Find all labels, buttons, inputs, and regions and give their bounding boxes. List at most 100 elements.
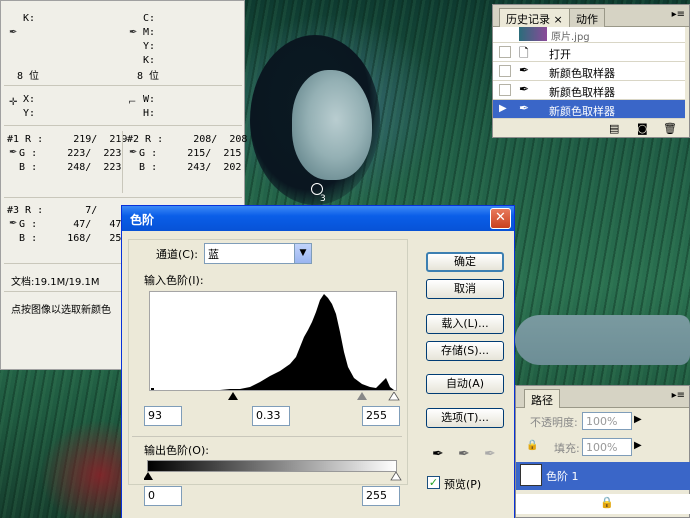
info-bit-left: 8 位 — [17, 71, 40, 82]
channel-select[interactable]: 蓝 ▼ — [204, 243, 312, 264]
close-icon[interactable]: ✕ — [490, 208, 511, 229]
preview-label: 预览(P) — [444, 478, 482, 491]
input-black-field[interactable]: 93 — [144, 406, 182, 426]
output-white-field[interactable]: 255 — [362, 486, 400, 506]
history-item[interactable]: 🗋 打开 — [493, 43, 685, 62]
panel-menu-icon[interactable]: ▸≡ — [672, 390, 685, 401]
gray-eyedropper-icon[interactable]: ✒ — [458, 446, 470, 462]
eyedropper-icon: ✒ — [129, 27, 138, 38]
snapshot-row[interactable]: 原片.jpg — [493, 27, 685, 43]
fill-label: 填充: — [554, 442, 580, 455]
output-gradient — [147, 460, 397, 472]
output-black-slider[interactable] — [144, 472, 153, 480]
layer-row[interactable]: 🔒 — [516, 494, 690, 514]
options-button[interactable]: 选项(T)... — [426, 408, 504, 428]
history-item[interactable]: ✒ 新颜色取样器 — [493, 81, 685, 100]
output-slider-track[interactable] — [144, 472, 404, 482]
sample2-r: #2 R : 208/ 208 — [127, 134, 248, 145]
divider — [4, 125, 242, 126]
white-eyedropper-icon[interactable]: ✒ — [484, 446, 496, 462]
triangle-right-icon[interactable]: ▶ — [634, 414, 642, 425]
input-levels-label: 输入色阶(I): — [144, 274, 204, 287]
fill-input[interactable]: 100% — [582, 438, 632, 456]
history-item-label: 新颜色取样器 — [549, 86, 615, 99]
input-black-slider[interactable] — [228, 392, 238, 400]
close-icon[interactable]: × — [554, 13, 563, 26]
history-footer: ▤ ◙ 🗑 — [493, 121, 689, 137]
opacity-input[interactable]: 100% — [582, 412, 632, 430]
output-levels-label: 输出色阶(O): — [144, 444, 209, 457]
panel-menu-icon[interactable]: ▸≡ — [672, 9, 685, 20]
history-check[interactable] — [499, 65, 511, 77]
input-gamma-field[interactable]: 0.33 — [252, 406, 290, 426]
info-h: H: — [143, 108, 156, 119]
info-m: M: — [143, 27, 156, 38]
info-y: Y: — [143, 41, 156, 52]
dialog-title: 色阶 — [130, 213, 155, 227]
input-white-field[interactable]: 255 — [362, 406, 400, 426]
input-slider-track[interactable] — [144, 392, 404, 402]
photo-arm — [515, 315, 690, 365]
divider — [122, 131, 123, 193]
history-item[interactable]: ✒ 新颜色取样器 — [493, 62, 685, 81]
chevron-down-icon[interactable]: ▼ — [294, 244, 311, 263]
info-k2: K: — [143, 55, 156, 66]
sample1-r: #1 R : 219/ 219 — [7, 134, 128, 145]
sample2-b: B : 243/ 202 — [127, 162, 242, 173]
levels-dialog: 色阶 ✕ 通道(C): 蓝 ▼ 输入色阶(I): 93 0.33 255 输出色… — [121, 205, 515, 518]
history-item-label: 新颜色取样器 — [549, 105, 615, 118]
load-button[interactable]: 载入(L)... — [426, 314, 504, 334]
photo-face — [292, 70, 372, 180]
lock-icon[interactable]: 🔒 — [526, 440, 538, 451]
info-hint: 点按图像以选取新颜色 — [11, 305, 111, 316]
dialog-titlebar[interactable]: 色阶 ✕ — [122, 206, 514, 231]
output-white-slider[interactable] — [390, 472, 402, 481]
info-y2: Y: — [23, 108, 36, 119]
trash-icon[interactable]: 🗑 — [663, 122, 677, 135]
preview-checkbox[interactable]: ✓ — [427, 476, 440, 489]
doc-size: 文档:19.1M/19.1M — [11, 277, 100, 288]
info-w: W: — [143, 94, 156, 105]
input-white-slider[interactable] — [388, 392, 400, 401]
layer-row-selected[interactable]: 色阶 1 — [516, 462, 690, 490]
sample3-r: #3 R : 7/ 7 — [7, 205, 128, 216]
tab-history[interactable]: 历史记录 × — [499, 8, 570, 27]
history-item-selected[interactable]: ▶ ✒ 新颜色取样器 — [493, 100, 685, 119]
divider — [132, 436, 402, 437]
history-check[interactable] — [499, 46, 511, 58]
marquee-size-icon: ⌐ — [128, 97, 137, 108]
cancel-button[interactable]: 取消 — [426, 279, 504, 299]
history-state-marker-icon: ▶ — [499, 103, 507, 114]
snapshot-camera-icon[interactable]: ◙ — [637, 122, 648, 135]
histogram-graph — [150, 294, 394, 390]
opacity-label: 不透明度: — [530, 416, 578, 429]
sample1-g: G : 223/ 223 — [7, 148, 122, 159]
layer-thumbnail — [520, 464, 542, 486]
history-check[interactable] — [499, 84, 511, 96]
color-sampler-icon: ✒ — [519, 101, 530, 115]
input-gamma-slider[interactable] — [357, 392, 367, 400]
snapshot-thumbnail — [519, 27, 547, 41]
history-item-label: 新颜色取样器 — [549, 67, 615, 80]
crosshair-icon: ✛ — [9, 97, 18, 108]
sample2-g: G : 215/ 215 — [127, 148, 242, 159]
tab-actions[interactable]: 动作 — [569, 8, 605, 27]
divider — [4, 85, 242, 86]
triangle-right-icon[interactable]: ▶ — [634, 440, 642, 451]
save-button[interactable]: 存储(S)... — [426, 341, 504, 361]
color-sampler-icon: ✒ — [519, 63, 530, 77]
new-document-icon[interactable]: ▤ — [609, 122, 619, 135]
channel-label: 通道(C): — [156, 248, 198, 261]
channel-value: 蓝 — [208, 248, 219, 261]
ok-button[interactable]: 确定 — [426, 252, 504, 272]
sample3-b: B : 168/ 25 — [7, 233, 122, 244]
histogram — [149, 291, 397, 391]
tab-paths[interactable]: 路径 — [524, 389, 560, 408]
info-k: K: — [23, 13, 36, 24]
output-black-field[interactable]: 0 — [144, 486, 182, 506]
info-bit-right: 8 位 — [137, 71, 160, 82]
black-eyedropper-icon[interactable]: ✒ — [432, 446, 444, 462]
history-item-label: 打开 — [549, 48, 571, 61]
sample3-g: G : 47/ 47 — [7, 219, 122, 230]
auto-button[interactable]: 自动(A) — [426, 374, 504, 394]
